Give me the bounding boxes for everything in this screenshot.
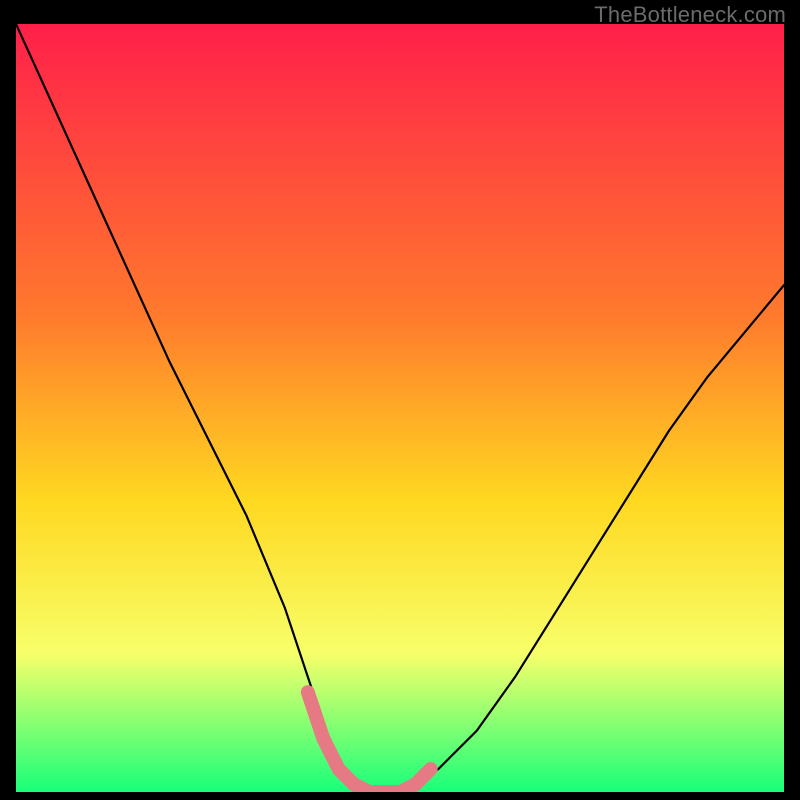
chart-background-gradient: [16, 24, 784, 792]
chart-frame: [16, 24, 784, 792]
bottleneck-chart: [16, 24, 784, 792]
